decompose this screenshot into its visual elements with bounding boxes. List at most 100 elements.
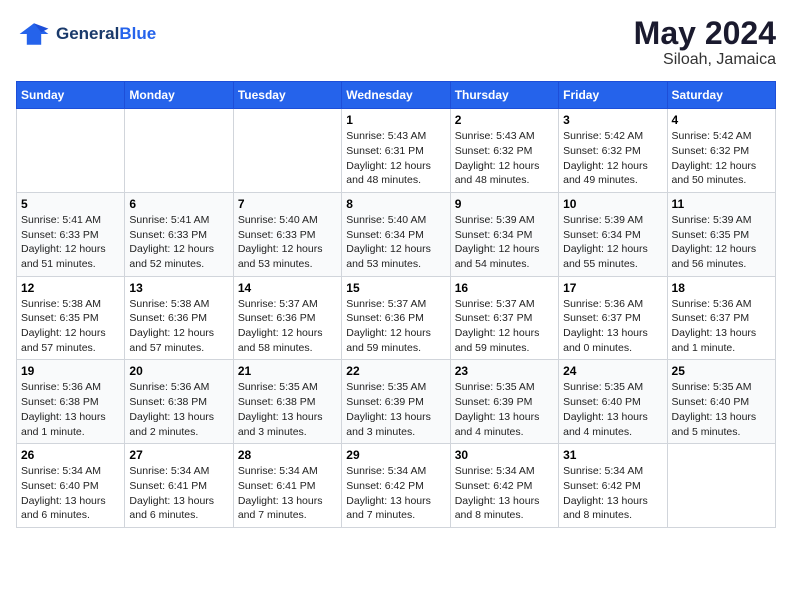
logo: GeneralBlue (16, 16, 156, 52)
calendar-week-row: 12 Sunrise: 5:38 AM Sunset: 6:35 PM Dayli… (17, 276, 776, 360)
day-info: Sunrise: 5:39 AM Sunset: 6:34 PM Dayligh… (455, 213, 554, 272)
calendar-day-cell: 2 Sunrise: 5:43 AM Sunset: 6:32 PM Daylig… (450, 109, 558, 193)
day-info: Sunrise: 5:34 AM Sunset: 6:41 PM Dayligh… (238, 464, 337, 523)
day-number: 2 (455, 113, 554, 127)
calendar-day-cell: 25 Sunrise: 5:35 AM Sunset: 6:40 PM Dayli… (667, 360, 775, 444)
day-info: Sunrise: 5:35 AM Sunset: 6:40 PM Dayligh… (563, 380, 662, 439)
day-info: Sunrise: 5:38 AM Sunset: 6:35 PM Dayligh… (21, 297, 120, 356)
weekday-header-wednesday: Wednesday (342, 82, 450, 109)
day-info: Sunrise: 5:43 AM Sunset: 6:31 PM Dayligh… (346, 129, 445, 188)
calendar-day-cell (17, 109, 125, 193)
calendar-day-cell (125, 109, 233, 193)
logo-text: GeneralBlue (56, 24, 156, 44)
day-number: 17 (563, 281, 662, 295)
day-info: Sunrise: 5:34 AM Sunset: 6:42 PM Dayligh… (563, 464, 662, 523)
day-info: Sunrise: 5:38 AM Sunset: 6:36 PM Dayligh… (129, 297, 228, 356)
day-info: Sunrise: 5:35 AM Sunset: 6:39 PM Dayligh… (346, 380, 445, 439)
day-info: Sunrise: 5:43 AM Sunset: 6:32 PM Dayligh… (455, 129, 554, 188)
calendar-day-cell: 7Sunrise: 5:40 AM Sunset: 6:33 PM Daylig… (233, 192, 341, 276)
day-info: Sunrise: 5:35 AM Sunset: 6:40 PM Dayligh… (672, 380, 771, 439)
calendar-day-cell: 21 Sunrise: 5:35 AM Sunset: 6:38 PM Dayli… (233, 360, 341, 444)
day-number: 23 (455, 364, 554, 378)
calendar-day-cell: 11 Sunrise: 5:39 AM Sunset: 6:35 PM Dayli… (667, 192, 775, 276)
calendar-day-cell: 27 Sunrise: 5:34 AM Sunset: 6:41 PM Dayli… (125, 444, 233, 528)
day-info: Sunrise: 5:36 AM Sunset: 6:37 PM Dayligh… (563, 297, 662, 356)
day-number: 15 (346, 281, 445, 295)
day-number: 3 (563, 113, 662, 127)
weekday-header-row: SundayMondayTuesdayWednesdayThursdayFrid… (17, 82, 776, 109)
calendar-week-row: 5 Sunrise: 5:41 AM Sunset: 6:33 PM Daylig… (17, 192, 776, 276)
calendar-day-cell: 23 Sunrise: 5:35 AM Sunset: 6:39 PM Dayli… (450, 360, 558, 444)
calendar-day-cell: 10Sunrise: 5:39 AM Sunset: 6:34 PM Dayli… (559, 192, 667, 276)
calendar-day-cell: 24 Sunrise: 5:35 AM Sunset: 6:40 PM Dayli… (559, 360, 667, 444)
day-number: 11 (672, 197, 771, 211)
day-info: Sunrise: 5:41 AM Sunset: 6:33 PM Dayligh… (129, 213, 228, 272)
weekday-header-monday: Monday (125, 82, 233, 109)
calendar-day-cell (233, 109, 341, 193)
calendar-day-cell: 8 Sunrise: 5:40 AM Sunset: 6:34 PM Daylig… (342, 192, 450, 276)
calendar-day-cell: 29Sunrise: 5:34 AM Sunset: 6:42 PM Dayli… (342, 444, 450, 528)
day-number: 13 (129, 281, 228, 295)
calendar-title-block: May 2024 Siloah, Jamaica (634, 16, 776, 69)
day-info: Sunrise: 5:40 AM Sunset: 6:34 PM Dayligh… (346, 213, 445, 272)
day-info: Sunrise: 5:39 AM Sunset: 6:35 PM Dayligh… (672, 213, 771, 272)
day-info: Sunrise: 5:42 AM Sunset: 6:32 PM Dayligh… (672, 129, 771, 188)
day-number: 10 (563, 197, 662, 211)
calendar-day-cell: 14Sunrise: 5:37 AM Sunset: 6:36 PM Dayli… (233, 276, 341, 360)
day-number: 22 (346, 364, 445, 378)
weekday-header-friday: Friday (559, 82, 667, 109)
calendar-day-cell (667, 444, 775, 528)
calendar-day-cell: 12 Sunrise: 5:38 AM Sunset: 6:35 PM Dayli… (17, 276, 125, 360)
day-number: 4 (672, 113, 771, 127)
calendar-day-cell: 6 Sunrise: 5:41 AM Sunset: 6:33 PM Daylig… (125, 192, 233, 276)
location: Siloah, Jamaica (634, 51, 776, 69)
day-number: 26 (21, 448, 120, 462)
day-number: 21 (238, 364, 337, 378)
day-number: 1 (346, 113, 445, 127)
weekday-header-thursday: Thursday (450, 82, 558, 109)
day-number: 27 (129, 448, 228, 462)
calendar-day-cell: 26 Sunrise: 5:34 AM Sunset: 6:40 PM Dayli… (17, 444, 125, 528)
page-header: GeneralBlue May 2024 Siloah, Jamaica (16, 16, 776, 69)
calendar-day-cell: 1 Sunrise: 5:43 AM Sunset: 6:31 PM Daylig… (342, 109, 450, 193)
calendar-week-row: 26 Sunrise: 5:34 AM Sunset: 6:40 PM Dayli… (17, 444, 776, 528)
day-number: 16 (455, 281, 554, 295)
day-number: 29 (346, 448, 445, 462)
calendar-day-cell: 17 Sunrise: 5:36 AM Sunset: 6:37 PM Dayli… (559, 276, 667, 360)
calendar-table: SundayMondayTuesdayWednesdayThursdayFrid… (16, 81, 776, 528)
day-info: Sunrise: 5:34 AM Sunset: 6:40 PM Dayligh… (21, 464, 120, 523)
day-info: Sunrise: 5:34 AM Sunset: 6:41 PM Dayligh… (129, 464, 228, 523)
day-number: 9 (455, 197, 554, 211)
calendar-day-cell: 22 Sunrise: 5:35 AM Sunset: 6:39 PM Dayli… (342, 360, 450, 444)
day-info: Sunrise: 5:37 AM Sunset: 6:36 PM Dayligh… (346, 297, 445, 356)
calendar-day-cell: 16Sunrise: 5:37 AM Sunset: 6:37 PM Dayli… (450, 276, 558, 360)
calendar-day-cell: 30 Sunrise: 5:34 AM Sunset: 6:42 PM Dayli… (450, 444, 558, 528)
calendar-day-cell: 13 Sunrise: 5:38 AM Sunset: 6:36 PM Dayli… (125, 276, 233, 360)
calendar-day-cell: 20Sunrise: 5:36 AM Sunset: 6:38 PM Dayli… (125, 360, 233, 444)
day-number: 8 (346, 197, 445, 211)
day-number: 12 (21, 281, 120, 295)
day-info: Sunrise: 5:35 AM Sunset: 6:39 PM Dayligh… (455, 380, 554, 439)
day-number: 25 (672, 364, 771, 378)
day-info: Sunrise: 5:35 AM Sunset: 6:38 PM Dayligh… (238, 380, 337, 439)
day-number: 6 (129, 197, 228, 211)
calendar-day-cell: 18Sunrise: 5:36 AM Sunset: 6:37 PM Dayli… (667, 276, 775, 360)
calendar-day-cell: 28 Sunrise: 5:34 AM Sunset: 6:41 PM Dayli… (233, 444, 341, 528)
day-info: Sunrise: 5:36 AM Sunset: 6:38 PM Dayligh… (129, 380, 228, 439)
day-info: Sunrise: 5:42 AM Sunset: 6:32 PM Dayligh… (563, 129, 662, 188)
calendar-day-cell: 31 Sunrise: 5:34 AM Sunset: 6:42 PM Dayli… (559, 444, 667, 528)
weekday-header-saturday: Saturday (667, 82, 775, 109)
day-number: 24 (563, 364, 662, 378)
day-info: Sunrise: 5:41 AM Sunset: 6:33 PM Dayligh… (21, 213, 120, 272)
calendar-day-cell: 3 Sunrise: 5:42 AM Sunset: 6:32 PM Daylig… (559, 109, 667, 193)
day-number: 5 (21, 197, 120, 211)
day-number: 31 (563, 448, 662, 462)
calendar-day-cell: 4 Sunrise: 5:42 AM Sunset: 6:32 PM Daylig… (667, 109, 775, 193)
day-number: 30 (455, 448, 554, 462)
day-info: Sunrise: 5:34 AM Sunset: 6:42 PM Dayligh… (455, 464, 554, 523)
day-number: 28 (238, 448, 337, 462)
calendar-week-row: 1 Sunrise: 5:43 AM Sunset: 6:31 PM Daylig… (17, 109, 776, 193)
month-title: May 2024 (634, 16, 776, 51)
calendar-week-row: 19Sunrise: 5:36 AM Sunset: 6:38 PM Dayli… (17, 360, 776, 444)
day-info: Sunrise: 5:40 AM Sunset: 6:33 PM Dayligh… (238, 213, 337, 272)
